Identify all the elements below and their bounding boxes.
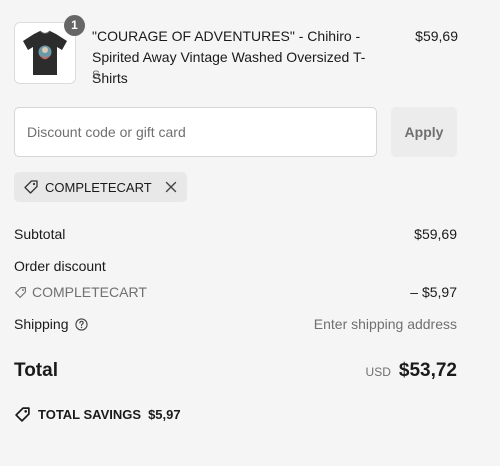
- product-name: "COURAGE OF ADVENTURES" - Chihiro - Spir…: [92, 28, 366, 86]
- product-variant: S: [92, 68, 101, 82]
- order-discount-label: Order discount: [14, 258, 106, 274]
- total-savings-label: TOTAL SAVINGS: [38, 407, 142, 422]
- tshirt-icon: [23, 30, 67, 75]
- subtotal-value: $59,69: [414, 226, 457, 242]
- shipping-value: Enter shipping address: [313, 316, 457, 332]
- product-thumbnail: 1: [14, 15, 85, 84]
- applied-discount-chip: COMPLETECART: [14, 172, 187, 202]
- quantity-badge: 1: [64, 15, 85, 36]
- shipping-label: Shipping: [14, 316, 69, 332]
- help-icon[interactable]: [74, 317, 88, 331]
- total-label: Total: [14, 360, 58, 381]
- total-value: $53,72: [398, 360, 457, 381]
- total-savings-value: $5,97: [148, 407, 181, 422]
- discount-code-line: COMPLETECART: [14, 284, 147, 300]
- subtotal-label: Subtotal: [14, 226, 66, 242]
- shipping-label-wrap: Shipping: [14, 316, 88, 332]
- discount-code-label: COMPLETECART: [32, 284, 147, 300]
- shipping-row: Shipping Enter shipping address: [14, 316, 457, 332]
- discount-code-input[interactable]: [14, 107, 377, 157]
- order-discount-row: Order discount: [14, 258, 457, 274]
- discount-code-row: COMPLETECART – $5,97: [14, 284, 457, 300]
- tag-icon: [24, 180, 38, 194]
- apply-button[interactable]: Apply: [391, 107, 457, 157]
- tag-icon: [15, 407, 30, 422]
- currency-code: USD: [365, 365, 391, 379]
- total-row: Total USD $53,72: [14, 360, 457, 382]
- subtotal-row: Subtotal $59,69: [14, 226, 457, 242]
- total-amount: USD $53,72: [366, 360, 457, 382]
- total-savings: TOTAL SAVINGS $5,97: [14, 406, 181, 423]
- product-price: $59,69: [415, 28, 458, 44]
- cart-line-item: 1 "COURAGE OF ADVENTURES" - Chihiro - Sp…: [14, 15, 458, 86]
- close-icon[interactable]: [165, 181, 177, 193]
- tag-icon: [15, 286, 26, 298]
- discount-amount: – $5,97: [410, 284, 457, 300]
- applied-discount-code: COMPLETECART: [45, 179, 152, 195]
